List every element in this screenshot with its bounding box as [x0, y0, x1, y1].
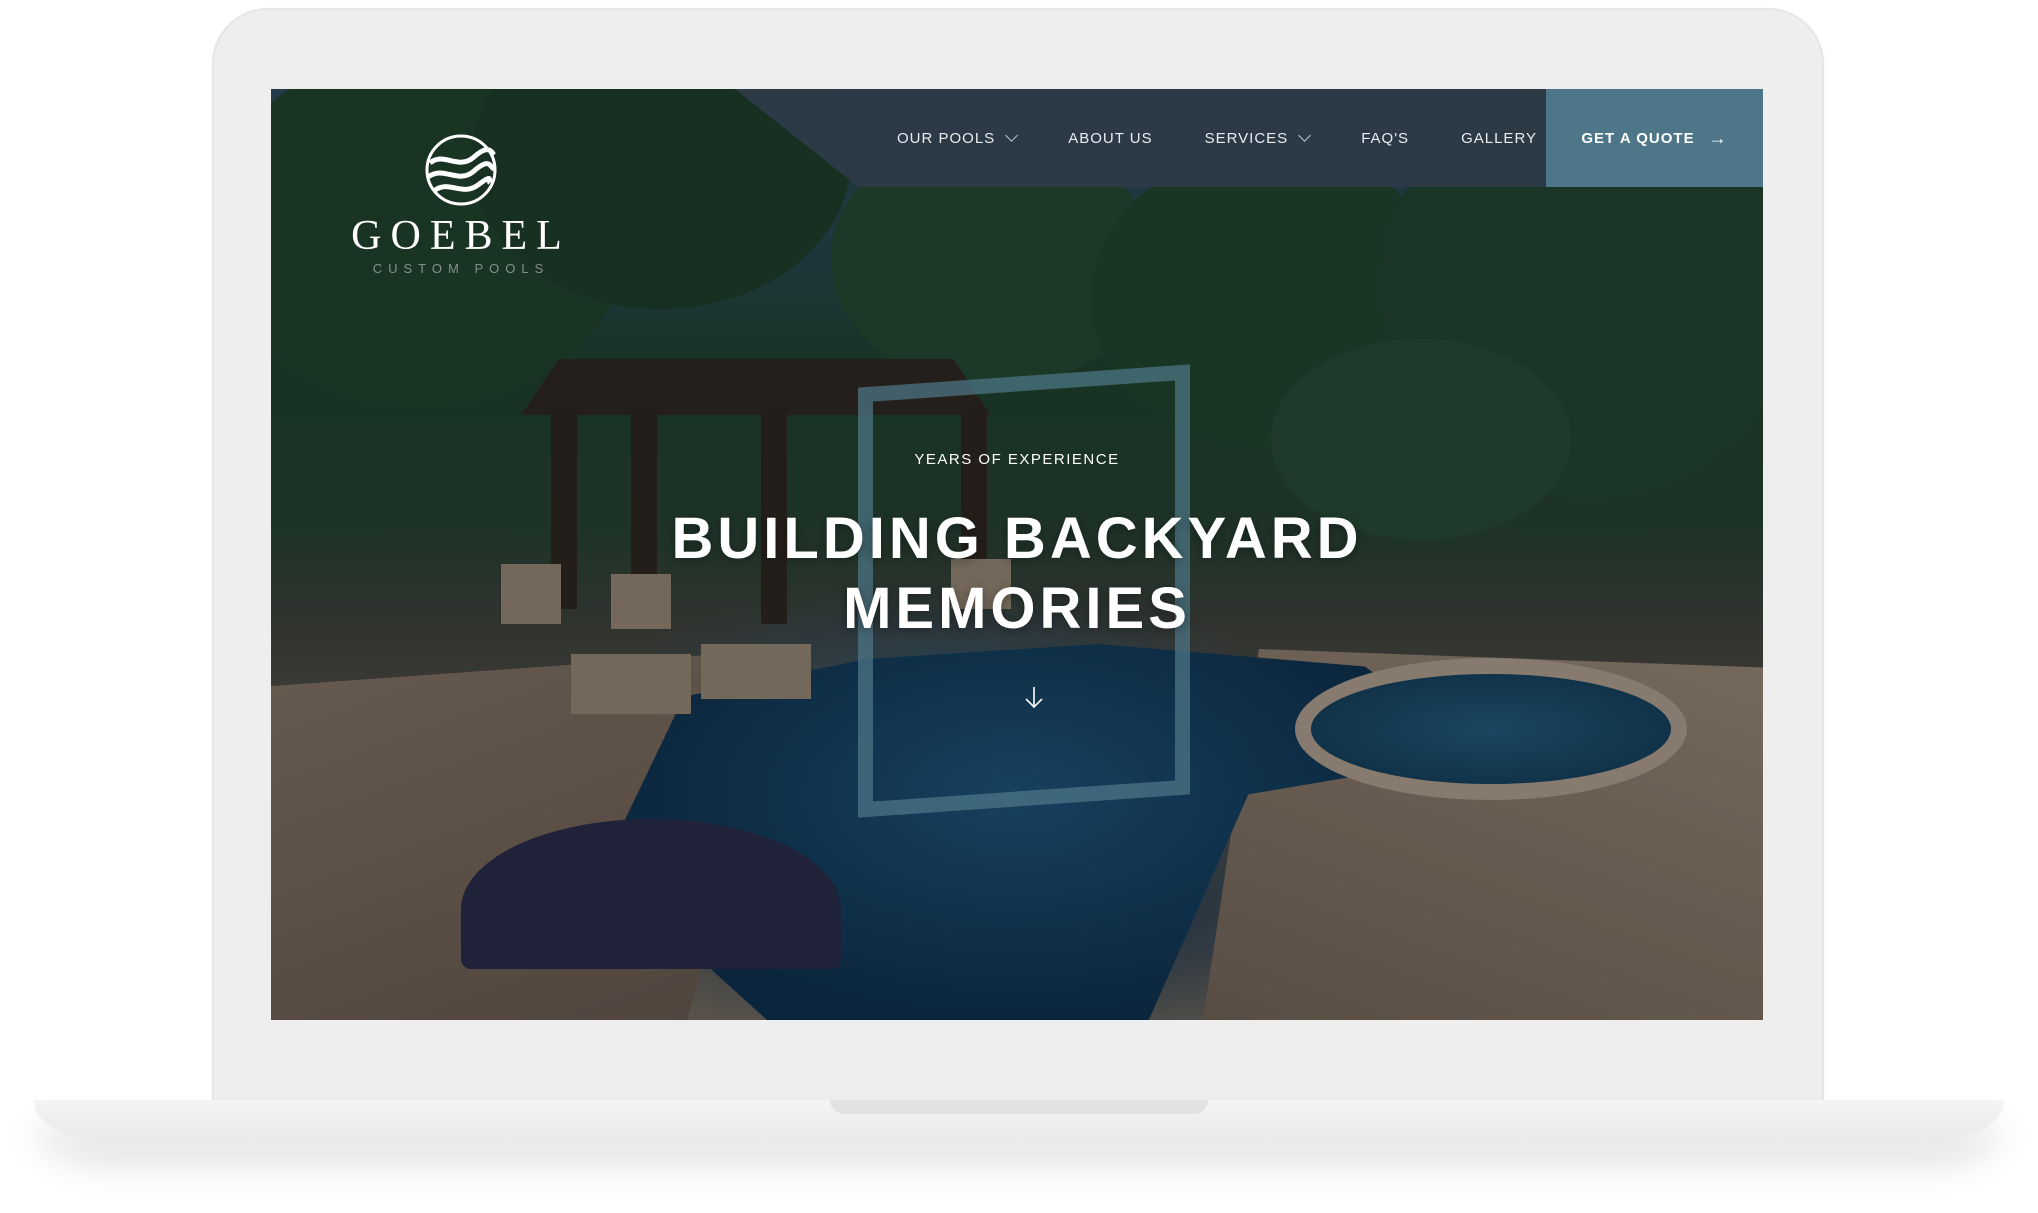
brand-logo[interactable]: GOEBEL CUSTOM POOLS — [341, 133, 581, 276]
nav-item-about-us[interactable]: ABOUT US — [1068, 130, 1152, 147]
hero-headline: BUILDING BACKYARD MEMORIES — [271, 504, 1763, 644]
website-screen: GOEBEL CUSTOM POOLS OUR POOLS ABOUT US S… — [271, 89, 1763, 1020]
nav-item-label: ABOUT US — [1068, 129, 1153, 147]
arrow-right-icon: → — [1708, 127, 1728, 148]
hero-headline-line2: MEMORIES — [843, 576, 1191, 641]
nav-item-label: GALLERY — [1461, 129, 1538, 147]
chevron-down-icon — [1298, 129, 1312, 142]
nav-item-our-pools[interactable]: OUR POOLS — [897, 129, 1019, 147]
nav-item-label: SERVICES — [1204, 129, 1289, 147]
globe-wave-icon — [424, 133, 498, 207]
nav-item-faqs[interactable]: FAQ'S — [1361, 130, 1409, 147]
hero-headline-line1: BUILDING BACKYARD — [671, 506, 1363, 571]
brand-name: GOEBEL — [351, 213, 571, 259]
main-nav: OUR POOLS ABOUT US SERVICES FAQ'S GALLER… — [897, 89, 1589, 187]
nav-item-label: FAQ'S — [1361, 129, 1410, 147]
arrow-down-icon[interactable] — [1021, 685, 1047, 711]
brand-tagline: CUSTOM POOLS — [372, 261, 550, 276]
nav-item-services[interactable]: SERVICES — [1204, 129, 1312, 147]
nav-item-label: OUR POOLS — [897, 129, 996, 147]
chevron-down-icon — [1005, 129, 1019, 142]
get-a-quote-button[interactable]: GET A QUOTE → — [1546, 89, 1763, 187]
laptop-notch — [830, 1100, 1208, 1114]
nav-item-gallery[interactable]: GALLERY — [1461, 130, 1537, 147]
hero-eyebrow: YEARS OF EXPERIENCE — [914, 451, 1120, 468]
get-a-quote-label: GET A QUOTE — [1581, 129, 1695, 147]
